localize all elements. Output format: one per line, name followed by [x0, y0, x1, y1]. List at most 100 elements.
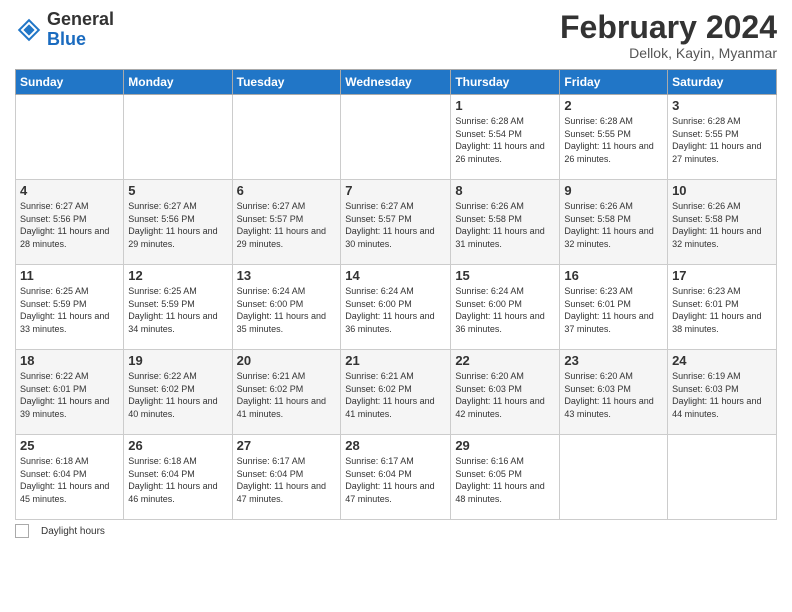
day-number: 22	[455, 353, 555, 368]
day-info: Sunrise: 6:28 AM Sunset: 5:55 PM Dayligh…	[564, 115, 663, 165]
day-number: 11	[20, 268, 119, 283]
day-number: 27	[237, 438, 337, 453]
calendar-cell: 11Sunrise: 6:25 AM Sunset: 5:59 PM Dayli…	[16, 265, 124, 350]
day-info: Sunrise: 6:17 AM Sunset: 6:04 PM Dayligh…	[345, 455, 446, 505]
weekday-header-monday: Monday	[124, 70, 232, 95]
location: Dellok, Kayin, Myanmar	[560, 45, 777, 61]
calendar-cell: 17 Sunrise: 6:23 AM Sunset: 6:01 PM Dayli…	[668, 265, 777, 350]
day-number: 2	[564, 98, 663, 113]
calendar-cell: 20Sunrise: 6:21 AM Sunset: 6:02 PM Dayli…	[232, 350, 341, 435]
day-info: Sunrise: 6:20 AM Sunset: 6:03 PM Dayligh…	[455, 370, 555, 420]
calendar-cell: 4 Sunrise: 6:27 AM Sunset: 5:56 PM Daylig…	[16, 180, 124, 265]
calendar-cell: 5 Sunrise: 6:27 AM Sunset: 5:56 PM Daylig…	[124, 180, 232, 265]
calendar-cell	[124, 95, 232, 180]
week-row-1: 1 Sunrise: 6:28 AM Sunset: 5:54 PM Daylig…	[16, 95, 777, 180]
calendar-cell: 3 Sunrise: 6:28 AM Sunset: 5:55 PM Daylig…	[668, 95, 777, 180]
calendar-cell: 26 Sunrise: 6:18 AM Sunset: 6:04 PM Dayli…	[124, 435, 232, 520]
day-info: Sunrise: 6:27 AM Sunset: 5:56 PM Dayligh…	[128, 200, 227, 250]
day-number: 17	[672, 268, 772, 283]
day-number: 26	[128, 438, 227, 453]
weekday-header-wednesday: Wednesday	[341, 70, 451, 95]
day-info: Sunrise: 6:28 AM Sunset: 5:54 PM Dayligh…	[455, 115, 555, 165]
week-row-3: 11Sunrise: 6:25 AM Sunset: 5:59 PM Dayli…	[16, 265, 777, 350]
month-year: February 2024	[560, 10, 777, 45]
calendar-cell: 25Sunrise: 6:18 AM Sunset: 6:04 PM Dayli…	[16, 435, 124, 520]
logo-icon	[15, 16, 43, 44]
calendar-cell: 24Sunrise: 6:19 AM Sunset: 6:03 PM Dayli…	[668, 350, 777, 435]
day-number: 29	[455, 438, 555, 453]
day-info: Sunrise: 6:27 AM Sunset: 5:56 PM Dayligh…	[20, 200, 119, 250]
day-number: 21	[345, 353, 446, 368]
calendar-cell: 15 Sunrise: 6:24 AM Sunset: 6:00 PM Dayli…	[451, 265, 560, 350]
calendar-cell: 9 Sunrise: 6:26 AM Sunset: 5:58 PM Daylig…	[560, 180, 668, 265]
weekday-header-sunday: Sunday	[16, 70, 124, 95]
day-info: Sunrise: 6:28 AM Sunset: 5:55 PM Dayligh…	[672, 115, 772, 165]
weekday-header-friday: Friday	[560, 70, 668, 95]
day-number: 23	[564, 353, 663, 368]
day-info: Sunrise: 6:24 AM Sunset: 6:00 PM Dayligh…	[237, 285, 337, 335]
calendar-cell: 19 Sunrise: 6:22 AM Sunset: 6:02 PM Dayli…	[124, 350, 232, 435]
week-row-4: 18 Sunrise: 6:22 AM Sunset: 6:01 PM Dayli…	[16, 350, 777, 435]
day-number: 14	[345, 268, 446, 283]
day-info: Sunrise: 6:23 AM Sunset: 6:01 PM Dayligh…	[672, 285, 772, 335]
calendar-cell	[560, 435, 668, 520]
day-info: Sunrise: 6:22 AM Sunset: 6:01 PM Dayligh…	[20, 370, 119, 420]
calendar-table: SundayMondayTuesdayWednesdayThursdayFrid…	[15, 69, 777, 520]
calendar-cell: 1 Sunrise: 6:28 AM Sunset: 5:54 PM Daylig…	[451, 95, 560, 180]
day-number: 13	[237, 268, 337, 283]
day-info: Sunrise: 6:16 AM Sunset: 6:05 PM Dayligh…	[455, 455, 555, 505]
day-info: Sunrise: 6:26 AM Sunset: 5:58 PM Dayligh…	[564, 200, 663, 250]
calendar-cell: 8Sunrise: 6:26 AM Sunset: 5:58 PM Daylig…	[451, 180, 560, 265]
day-number: 5	[128, 183, 227, 198]
day-info: Sunrise: 6:18 AM Sunset: 6:04 PM Dayligh…	[128, 455, 227, 505]
day-info: Sunrise: 6:24 AM Sunset: 6:00 PM Dayligh…	[455, 285, 555, 335]
day-info: Sunrise: 6:20 AM Sunset: 6:03 PM Dayligh…	[564, 370, 663, 420]
day-info: Sunrise: 6:22 AM Sunset: 6:02 PM Dayligh…	[128, 370, 227, 420]
day-number: 12	[128, 268, 227, 283]
day-number: 28	[345, 438, 446, 453]
logo: General Blue	[15, 10, 114, 50]
daylight-label: Daylight hours	[41, 526, 105, 537]
day-number: 10	[672, 183, 772, 198]
weekday-header-row: SundayMondayTuesdayWednesdayThursdayFrid…	[16, 70, 777, 95]
logo-blue-text: Blue	[47, 29, 86, 49]
week-row-5: 25Sunrise: 6:18 AM Sunset: 6:04 PM Dayli…	[16, 435, 777, 520]
calendar-cell	[668, 435, 777, 520]
day-info: Sunrise: 6:23 AM Sunset: 6:01 PM Dayligh…	[564, 285, 663, 335]
day-number: 1	[455, 98, 555, 113]
daylight-box	[15, 524, 29, 538]
day-number: 9	[564, 183, 663, 198]
calendar-cell: 27 Sunrise: 6:17 AM Sunset: 6:04 PM Dayli…	[232, 435, 341, 520]
day-number: 6	[237, 183, 337, 198]
logo-general-text: General	[47, 9, 114, 29]
day-number: 18	[20, 353, 119, 368]
day-info: Sunrise: 6:27 AM Sunset: 5:57 PM Dayligh…	[237, 200, 337, 250]
title-block: February 2024 Dellok, Kayin, Myanmar	[560, 10, 777, 61]
day-info: Sunrise: 6:27 AM Sunset: 5:57 PM Dayligh…	[345, 200, 446, 250]
day-info: Sunrise: 6:26 AM Sunset: 5:58 PM Dayligh…	[672, 200, 772, 250]
day-number: 3	[672, 98, 772, 113]
header: General Blue February 2024 Dellok, Kayin…	[15, 10, 777, 61]
day-number: 16	[564, 268, 663, 283]
day-number: 4	[20, 183, 119, 198]
calendar-cell: 14Sunrise: 6:24 AM Sunset: 6:00 PM Dayli…	[341, 265, 451, 350]
calendar-cell	[341, 95, 451, 180]
calendar-cell	[232, 95, 341, 180]
day-info: Sunrise: 6:26 AM Sunset: 5:58 PM Dayligh…	[455, 200, 555, 250]
day-number: 15	[455, 268, 555, 283]
calendar-cell	[16, 95, 124, 180]
day-info: Sunrise: 6:21 AM Sunset: 6:02 PM Dayligh…	[345, 370, 446, 420]
calendar-cell: 21 Sunrise: 6:21 AM Sunset: 6:02 PM Dayli…	[341, 350, 451, 435]
day-info: Sunrise: 6:17 AM Sunset: 6:04 PM Dayligh…	[237, 455, 337, 505]
calendar-cell: 18 Sunrise: 6:22 AM Sunset: 6:01 PM Dayli…	[16, 350, 124, 435]
day-number: 19	[128, 353, 227, 368]
calendar-cell: 22 Sunrise: 6:20 AM Sunset: 6:03 PM Dayli…	[451, 350, 560, 435]
calendar-cell: 6 Sunrise: 6:27 AM Sunset: 5:57 PM Daylig…	[232, 180, 341, 265]
weekday-header-tuesday: Tuesday	[232, 70, 341, 95]
calendar-cell: 29 Sunrise: 6:16 AM Sunset: 6:05 PM Dayli…	[451, 435, 560, 520]
weekday-header-thursday: Thursday	[451, 70, 560, 95]
calendar-cell: 2 Sunrise: 6:28 AM Sunset: 5:55 PM Daylig…	[560, 95, 668, 180]
day-info: Sunrise: 6:19 AM Sunset: 6:03 PM Dayligh…	[672, 370, 772, 420]
calendar-cell: 16 Sunrise: 6:23 AM Sunset: 6:01 PM Dayli…	[560, 265, 668, 350]
weekday-header-saturday: Saturday	[668, 70, 777, 95]
